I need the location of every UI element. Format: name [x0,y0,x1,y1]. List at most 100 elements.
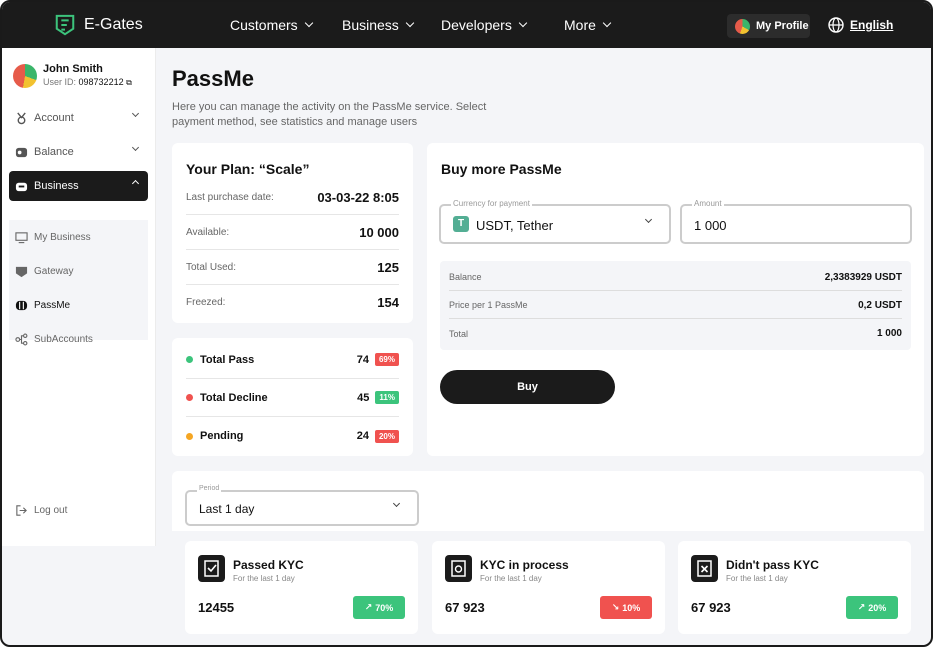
plan-row-value: 125 [377,259,399,275]
kyc-subtitle: For the last 1 day [233,574,295,583]
passed-kyc-icon [198,555,225,582]
kyc-change-badge: ↗ 70% [353,596,405,619]
period-label: Period [197,485,222,492]
logout-label: Log out [34,505,68,516]
plan-row-value: 154 [377,295,399,310]
my-profile-label: My Profile [756,20,809,32]
kyc-change-badge: ↗ 20% [846,596,898,619]
app-name: E-Gates [84,16,143,33]
summary-label: Balance [449,272,482,282]
plan-row-label: Total Used: [186,261,237,273]
kyc-card-failed: Didn't pass KYC For the last 1 day 67 92… [678,541,911,634]
chevron-up-icon [131,179,140,188]
gateway-icon [15,266,28,277]
wallet-icon [15,147,28,157]
summary-value: 1 000 [876,328,902,339]
sidebar-item-my-business[interactable]: My Business [9,222,148,252]
kyc-change-badge: ↘ 10% [600,596,652,619]
user-name: John Smith [43,63,103,75]
sidebar-item-business[interactable]: Business [9,171,148,201]
nav-business[interactable]: Business [342,17,415,33]
nav-more-label: More [564,17,596,33]
kyc-subtitle: For the last 1 day [726,574,788,583]
chevron-down-icon [392,499,401,508]
plan-row-value: 10 000 [359,224,399,240]
chevron-down-icon [602,18,612,28]
nav-developers-label: Developers [441,17,512,33]
stat-count: 74 [356,353,369,366]
profile-avatar-icon [735,18,750,34]
user-id-value: 098732212 [78,77,124,87]
passme-icon [15,300,28,310]
failed-kyc-icon [691,555,718,582]
currency-select[interactable]: Currency for payment T USDT, Tether [439,199,671,244]
chevron-down-icon [644,215,653,224]
chevron-down-icon [131,109,140,118]
stat-row-total-pass: Total Pass 74 69% [186,341,399,379]
kyc-value: 67 923 [691,600,731,615]
sidebar-item-account[interactable]: Account [9,103,148,133]
trend-up-icon: ↗ [364,602,373,612]
sidebar-item-label: PassMe [34,299,71,311]
status-dot [186,432,193,440]
sidebar-item-gateway[interactable]: Gateway [9,256,148,286]
amount-label: Amount [692,199,724,208]
nav-customers[interactable]: Customers [230,17,313,33]
language-label: English [850,18,894,32]
kyc-title: KYC in process [480,558,569,572]
logout-button[interactable]: Log out [15,504,67,517]
user-id: User ID: 098732212 ⧉ [43,77,132,88]
my-profile-button[interactable]: My Profile [727,14,810,38]
medal-icon [17,111,26,124]
logo[interactable]: E-Gates [54,14,143,36]
hierarchy-icon [15,333,28,345]
summary-row-total: Total 1 000 [449,320,902,347]
nav-developers[interactable]: Developers [441,17,528,33]
copy-icon[interactable]: ⧉ [126,78,132,87]
briefcase-icon [15,182,28,191]
chevron-down-icon [518,18,528,28]
plan-row-label: Available: [186,226,230,238]
sidebar-item-passme[interactable]: PassMe [9,290,148,320]
chevron-down-icon [405,18,415,28]
kyc-change: 20% [868,602,887,613]
globe-icon [828,17,844,33]
kyc-card-passed: Passed KYC For the last 1 day 12455 ↗ 70… [185,541,418,634]
stat-label: Total Decline [200,391,268,404]
stat-percent-badge: 69% [374,353,399,366]
chevron-down-icon [304,18,313,28]
kyc-subtitle: For the last 1 day [480,574,542,583]
plan-title: Your Plan: “Scale” [186,161,310,177]
sidebar-item-label: My Business [34,231,91,243]
kyc-value: 12455 [198,600,235,615]
sidebar: John Smith User ID: 098732212 ⧉ Account … [2,48,156,546]
stat-label: Pending [200,430,244,442]
kyc-change: 10% [622,602,641,613]
app-window: E-Gates Customers Business Developers Mo… [0,0,933,647]
plan-row-label: Freezed: [186,297,226,308]
plan-row-available: Available: 10 000 [186,215,399,250]
period-select[interactable]: Period Last 1 day [185,485,419,526]
avatar [13,63,37,88]
stat-count: 24 [356,430,369,442]
stat-percent-badge: 20% [374,429,399,443]
plan-row-freezed: Freezed: 154 [186,285,399,320]
verification-stats-card: Total Pass 74 69% Total Decline 45 11% P… [172,338,413,456]
currency-value: USDT, Tether [476,218,554,233]
e-gates-logo-icon [55,14,75,36]
sidebar-item-subaccounts[interactable]: SubAccounts [9,324,148,354]
amount-value: 1 000 [694,218,727,233]
tether-icon: T [453,216,469,232]
stat-count: 45 [357,391,370,404]
summary-label: Total [449,328,469,339]
plan-card: Your Plan: “Scale” Last purchase date: 0… [172,143,413,323]
kyc-value: 67 923 [445,600,485,615]
plan-row-label: Last purchase date: [186,191,274,203]
nav-more[interactable]: More [564,17,612,33]
nav-business-label: Business [342,17,399,33]
sidebar-item-balance[interactable]: Balance [9,137,148,167]
period-value: Last 1 day [199,502,255,516]
amount-field[interactable]: Amount 1 000 [680,199,912,244]
language-selector[interactable]: English [828,17,893,33]
buy-button[interactable]: Buy [440,370,615,404]
